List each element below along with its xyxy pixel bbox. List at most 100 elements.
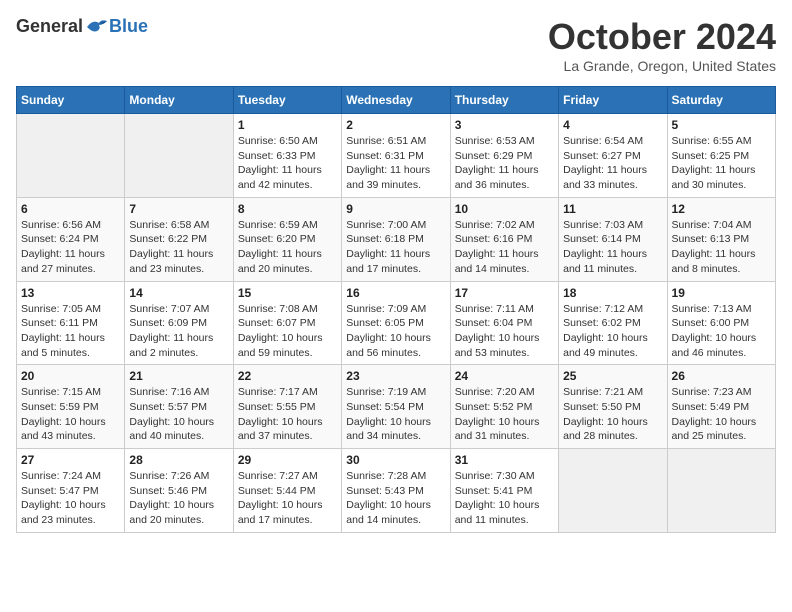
day-number: 18 xyxy=(563,286,662,300)
day-info: Sunrise: 7:19 AMSunset: 5:54 PMDaylight:… xyxy=(346,385,445,444)
calendar-day-cell: 4 Sunrise: 6:54 AMSunset: 6:27 PMDaylight… xyxy=(559,114,667,198)
day-number: 11 xyxy=(563,202,662,216)
day-info: Sunrise: 6:54 AMSunset: 6:27 PMDaylight:… xyxy=(563,134,662,193)
calendar-day-cell xyxy=(667,449,775,533)
calendar-day-cell xyxy=(17,114,125,198)
day-number: 23 xyxy=(346,369,445,383)
day-info: Sunrise: 6:50 AMSunset: 6:33 PMDaylight:… xyxy=(238,134,337,193)
calendar-day-cell: 22Sunrise: 7:17 AMSunset: 5:55 PMDayligh… xyxy=(233,365,341,449)
day-info: Sunrise: 7:23 AMSunset: 5:49 PMDaylight:… xyxy=(672,385,771,444)
day-number: 24 xyxy=(455,369,554,383)
day-info: Sunrise: 6:59 AMSunset: 6:20 PMDaylight:… xyxy=(238,218,337,277)
day-number: 14 xyxy=(129,286,228,300)
day-number: 10 xyxy=(455,202,554,216)
logo-bird-icon xyxy=(85,17,109,37)
calendar-day-cell: 25 Sunrise: 7:21 AMSunset: 5:50 PMDayligh… xyxy=(559,365,667,449)
calendar-day-cell: 20 Sunrise: 7:15 AMSunset: 5:59 PMDayligh… xyxy=(17,365,125,449)
calendar-day-cell: 16Sunrise: 7:09 AMSunset: 6:05 PMDayligh… xyxy=(342,281,450,365)
day-number: 31 xyxy=(455,453,554,467)
calendar-day-cell: 1Sunrise: 6:50 AMSunset: 6:33 PMDaylight… xyxy=(233,114,341,198)
day-number: 15 xyxy=(238,286,337,300)
calendar-week-row: 13Sunrise: 7:05 AMSunset: 6:11 PMDayligh… xyxy=(17,281,776,365)
day-info: Sunrise: 7:26 AMSunset: 5:46 PMDaylight:… xyxy=(129,469,228,528)
calendar-day-cell: 21Sunrise: 7:16 AMSunset: 5:57 PMDayligh… xyxy=(125,365,233,449)
day-info: Sunrise: 6:53 AMSunset: 6:29 PMDaylight:… xyxy=(455,134,554,193)
calendar-day-cell: 5Sunrise: 6:55 AMSunset: 6:25 PMDaylight… xyxy=(667,114,775,198)
day-info: Sunrise: 7:27 AMSunset: 5:44 PMDaylight:… xyxy=(238,469,337,528)
calendar-day-cell xyxy=(559,449,667,533)
day-info: Sunrise: 7:07 AMSunset: 6:09 PMDaylight:… xyxy=(129,302,228,361)
day-info: Sunrise: 6:56 AMSunset: 6:24 PMDaylight:… xyxy=(21,218,120,277)
day-number: 30 xyxy=(346,453,445,467)
day-info: Sunrise: 7:15 AMSunset: 5:59 PMDaylight:… xyxy=(21,385,120,444)
day-info: Sunrise: 7:16 AMSunset: 5:57 PMDaylight:… xyxy=(129,385,228,444)
calendar-day-cell: 3 Sunrise: 6:53 AMSunset: 6:29 PMDaylight… xyxy=(450,114,558,198)
calendar-day-cell: 18 Sunrise: 7:12 AMSunset: 6:02 PMDayligh… xyxy=(559,281,667,365)
day-info: Sunrise: 7:12 AMSunset: 6:02 PMDaylight:… xyxy=(563,302,662,361)
calendar-week-row: 1Sunrise: 6:50 AMSunset: 6:33 PMDaylight… xyxy=(17,114,776,198)
calendar-day-cell: 17Sunrise: 7:11 AMSunset: 6:04 PMDayligh… xyxy=(450,281,558,365)
calendar-week-row: 27Sunrise: 7:24 AMSunset: 5:47 PMDayligh… xyxy=(17,449,776,533)
day-number: 5 xyxy=(672,118,771,132)
calendar-day-cell: 28 Sunrise: 7:26 AMSunset: 5:46 PMDayligh… xyxy=(125,449,233,533)
day-number: 19 xyxy=(672,286,771,300)
calendar-day-cell: 15Sunrise: 7:08 AMSunset: 6:07 PMDayligh… xyxy=(233,281,341,365)
day-info: Sunrise: 7:05 AMSunset: 6:11 PMDaylight:… xyxy=(21,302,120,361)
day-number: 8 xyxy=(238,202,337,216)
day-number: 28 xyxy=(129,453,228,467)
calendar-day-cell: 26 Sunrise: 7:23 AMSunset: 5:49 PMDayligh… xyxy=(667,365,775,449)
day-info: Sunrise: 7:04 AMSunset: 6:13 PMDaylight:… xyxy=(672,218,771,277)
day-info: Sunrise: 7:24 AMSunset: 5:47 PMDaylight:… xyxy=(21,469,120,528)
day-number: 4 xyxy=(563,118,662,132)
calendar-day-cell: 13Sunrise: 7:05 AMSunset: 6:11 PMDayligh… xyxy=(17,281,125,365)
day-number: 12 xyxy=(672,202,771,216)
day-number: 2 xyxy=(346,118,445,132)
day-info: Sunrise: 6:51 AMSunset: 6:31 PMDaylight:… xyxy=(346,134,445,193)
calendar-day-cell: 14 Sunrise: 7:07 AMSunset: 6:09 PMDayligh… xyxy=(125,281,233,365)
day-number: 26 xyxy=(672,369,771,383)
calendar-day-cell: 8 Sunrise: 6:59 AMSunset: 6:20 PMDaylight… xyxy=(233,197,341,281)
day-info: Sunrise: 7:09 AMSunset: 6:05 PMDaylight:… xyxy=(346,302,445,361)
calendar-day-cell: 19 Sunrise: 7:13 AMSunset: 6:00 PMDayligh… xyxy=(667,281,775,365)
calendar-day-cell: 2 Sunrise: 6:51 AMSunset: 6:31 PMDaylight… xyxy=(342,114,450,198)
calendar-day-cell: 31 Sunrise: 7:30 AMSunset: 5:41 PMDayligh… xyxy=(450,449,558,533)
calendar-day-cell: 29 Sunrise: 7:27 AMSunset: 5:44 PMDayligh… xyxy=(233,449,341,533)
calendar-day-cell: 9 Sunrise: 7:00 AMSunset: 6:18 PMDaylight… xyxy=(342,197,450,281)
calendar-day-cell: 30Sunrise: 7:28 AMSunset: 5:43 PMDayligh… xyxy=(342,449,450,533)
calendar-header-row: SundayMondayTuesdayWednesdayThursdayFrid… xyxy=(17,87,776,114)
day-info: Sunrise: 7:13 AMSunset: 6:00 PMDaylight:… xyxy=(672,302,771,361)
day-number: 20 xyxy=(21,369,120,383)
day-info: Sunrise: 7:11 AMSunset: 6:04 PMDaylight:… xyxy=(455,302,554,361)
day-number: 3 xyxy=(455,118,554,132)
day-number: 9 xyxy=(346,202,445,216)
calendar-table: SundayMondayTuesdayWednesdayThursdayFrid… xyxy=(16,86,776,533)
day-number: 6 xyxy=(21,202,120,216)
location: La Grande, Oregon, United States xyxy=(548,58,776,74)
weekday-header: Thursday xyxy=(450,87,558,114)
calendar-week-row: 6 Sunrise: 6:56 AMSunset: 6:24 PMDaylight… xyxy=(17,197,776,281)
calendar-day-cell: 23 Sunrise: 7:19 AMSunset: 5:54 PMDayligh… xyxy=(342,365,450,449)
calendar-day-cell: 12 Sunrise: 7:04 AMSunset: 6:13 PMDayligh… xyxy=(667,197,775,281)
title-section: October 2024 La Grande, Oregon, United S… xyxy=(548,16,776,74)
day-info: Sunrise: 6:58 AMSunset: 6:22 PMDaylight:… xyxy=(129,218,228,277)
day-info: Sunrise: 7:00 AMSunset: 6:18 PMDaylight:… xyxy=(346,218,445,277)
calendar-week-row: 20 Sunrise: 7:15 AMSunset: 5:59 PMDayligh… xyxy=(17,365,776,449)
day-info: Sunrise: 7:30 AMSunset: 5:41 PMDaylight:… xyxy=(455,469,554,528)
day-info: Sunrise: 7:03 AMSunset: 6:14 PMDaylight:… xyxy=(563,218,662,277)
weekday-header: Sunday xyxy=(17,87,125,114)
logo-general-text: General xyxy=(16,16,83,37)
calendar-day-cell: 6 Sunrise: 6:56 AMSunset: 6:24 PMDaylight… xyxy=(17,197,125,281)
calendar-day-cell: 7Sunrise: 6:58 AMSunset: 6:22 PMDaylight… xyxy=(125,197,233,281)
day-info: Sunrise: 7:21 AMSunset: 5:50 PMDaylight:… xyxy=(563,385,662,444)
day-number: 29 xyxy=(238,453,337,467)
weekday-header: Friday xyxy=(559,87,667,114)
day-info: Sunrise: 7:17 AMSunset: 5:55 PMDaylight:… xyxy=(238,385,337,444)
calendar-day-cell: 27Sunrise: 7:24 AMSunset: 5:47 PMDayligh… xyxy=(17,449,125,533)
calendar-day-cell: 10Sunrise: 7:02 AMSunset: 6:16 PMDayligh… xyxy=(450,197,558,281)
day-info: Sunrise: 7:20 AMSunset: 5:52 PMDaylight:… xyxy=(455,385,554,444)
day-number: 25 xyxy=(563,369,662,383)
calendar-day-cell: 24 Sunrise: 7:20 AMSunset: 5:52 PMDayligh… xyxy=(450,365,558,449)
logo-blue-text: Blue xyxy=(109,16,148,37)
weekday-header: Saturday xyxy=(667,87,775,114)
weekday-header: Monday xyxy=(125,87,233,114)
